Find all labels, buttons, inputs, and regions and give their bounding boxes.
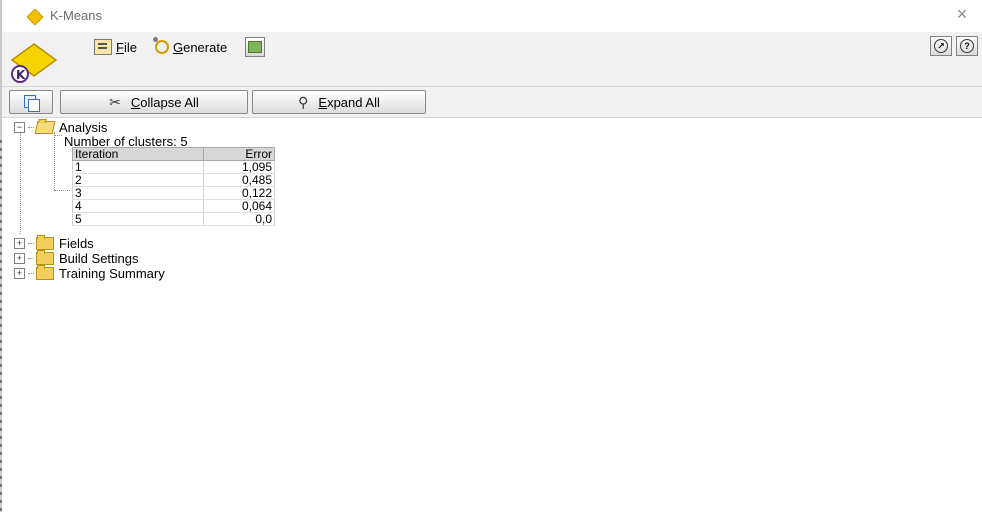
tree-connector — [54, 132, 55, 190]
tree-connector — [20, 130, 21, 234]
help-button[interactable]: ? — [956, 36, 978, 56]
generate-label: enerate — [183, 39, 228, 55]
tree-node-clusters[interactable]: Number of clusters: 5 — [64, 134, 188, 149]
generate-icon — [152, 37, 169, 54]
menu-bar: File Generate — [94, 36, 266, 58]
menu-toolbar-area: K File Generate ↗ ? — [2, 32, 982, 87]
file-menu[interactable]: File — [94, 39, 137, 55]
column-header-error[interactable]: Error — [203, 147, 275, 161]
error-cell: 0,064 — [203, 199, 275, 213]
window-title: K-Means — [50, 8, 103, 23]
expand-all-button[interactable]: ⚲ Expand All — [252, 90, 426, 114]
collapse-accel: C — [130, 94, 141, 110]
diamond-icon — [26, 8, 44, 26]
preview-button[interactable] — [245, 37, 266, 57]
title-bar: K-Means × — [2, 0, 982, 32]
tree-node-training-summary[interactable]: + Training Summary — [14, 264, 165, 281]
iteration-cell: 3 — [72, 186, 204, 200]
table-row[interactable]: 2 0,485 — [72, 173, 275, 187]
expand-label: xpand All — [327, 94, 380, 110]
tree-connector — [28, 126, 34, 128]
expand-toggle[interactable]: + — [14, 267, 25, 279]
error-cell: 0,0 — [203, 212, 275, 226]
tree-connector — [54, 135, 62, 136]
expand-accel: E — [318, 94, 328, 110]
tree-node-fields[interactable]: + Fields — [14, 234, 94, 251]
iteration-cell: 5 — [72, 212, 204, 226]
table-row[interactable]: 1 1,095 — [72, 160, 275, 174]
file-accel: F — [116, 39, 124, 55]
iteration-cell: 4 — [72, 199, 204, 213]
file-label: ile — [123, 39, 137, 55]
collapse-toggle[interactable]: − — [14, 121, 25, 133]
file-menu-icon — [94, 39, 112, 55]
folder-icon — [36, 234, 54, 250]
help-icon: ? — [960, 39, 974, 53]
close-button[interactable]: × — [952, 4, 972, 24]
table-row[interactable]: 4 0,064 — [72, 199, 275, 213]
window-tools: ↗ ? — [930, 36, 978, 56]
table-row[interactable]: 3 0,122 — [72, 186, 275, 200]
tree-action-bar: ✂ Collapse All ⚲ Expand All — [2, 87, 982, 118]
generate-accel: G — [172, 39, 184, 55]
model-tree: − Analysis Number of clusters: 5 Iterati… — [2, 118, 982, 512]
collapse-label: ollapse All — [140, 94, 199, 110]
expand-toggle[interactable]: + — [14, 252, 25, 264]
tree-connector — [54, 190, 70, 191]
svg-text:K: K — [16, 68, 26, 82]
analysis-label: Analysis — [59, 119, 108, 135]
iteration-cell: 2 — [72, 173, 204, 187]
tree-connector — [28, 272, 34, 274]
kmeans-logo-icon: K — [10, 43, 58, 83]
expand-toggle[interactable]: + — [14, 237, 25, 249]
folder-open-icon — [34, 120, 56, 134]
error-cell: 1,095 — [203, 160, 275, 174]
tree-connector — [28, 242, 34, 244]
preview-icon — [248, 41, 263, 53]
table-header-row: Iteration Error — [72, 147, 275, 161]
expand-icon: ⚲ — [298, 93, 309, 110]
tree-connector — [28, 257, 34, 259]
tree-node-build-settings[interactable]: + Build Settings — [14, 249, 139, 266]
iteration-cell: 1 — [72, 160, 204, 174]
column-header-iteration[interactable]: Iteration — [72, 147, 204, 161]
error-cell: 0,485 — [203, 173, 275, 187]
folder-icon — [36, 264, 54, 280]
collapse-all-button[interactable]: ✂ Collapse All — [60, 90, 248, 114]
copy-button[interactable] — [9, 90, 53, 114]
iteration-table: Iteration Error 1 1,095 2 0,485 3 0,122 … — [72, 147, 275, 226]
navigate-icon: ↗ — [934, 39, 948, 53]
training-summary-label: Training Summary — [59, 265, 165, 281]
error-cell: 0,122 — [203, 186, 275, 200]
copy-icon — [24, 95, 40, 112]
build-settings-label: Build Settings — [59, 250, 139, 266]
navigate-button[interactable]: ↗ — [930, 36, 952, 56]
folder-icon — [36, 249, 54, 265]
table-row[interactable]: 5 0,0 — [72, 212, 275, 226]
collapse-icon: ✂ — [109, 93, 121, 110]
generate-menu[interactable]: Generate — [152, 37, 228, 55]
close-icon: × — [956, 4, 968, 24]
tree-node-analysis[interactable]: − Analysis — [14, 119, 108, 135]
fields-label: Fields — [59, 235, 94, 251]
